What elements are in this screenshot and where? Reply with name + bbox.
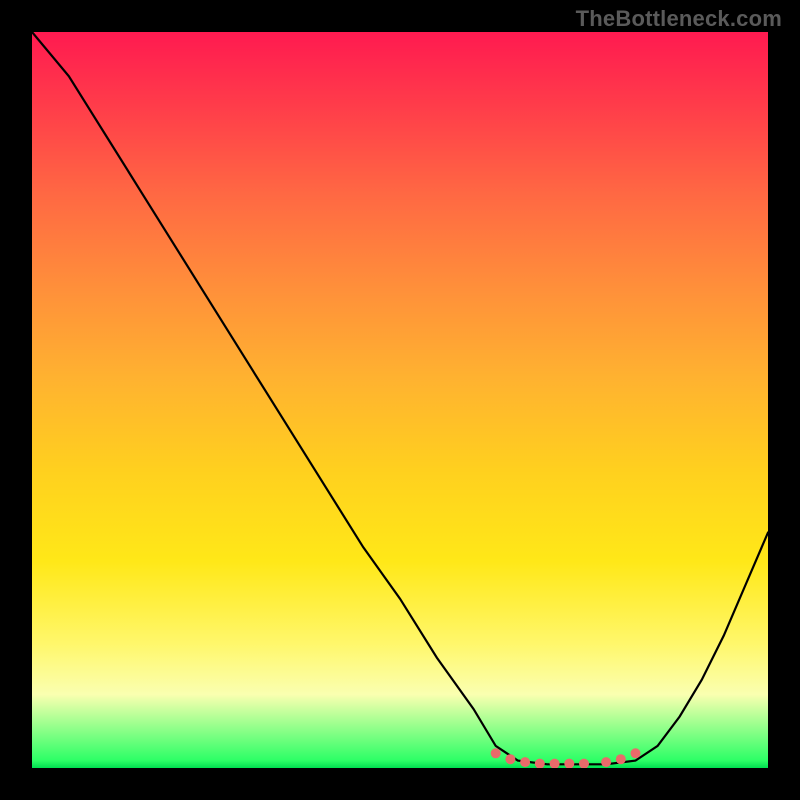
valley-dot	[616, 754, 626, 764]
bottleneck-curve	[32, 32, 768, 764]
valley-dot	[631, 748, 641, 758]
watermark-label: TheBottleneck.com	[576, 6, 782, 32]
valley-dot	[505, 754, 515, 764]
valley-dot	[535, 759, 545, 768]
valley-dot	[491, 748, 501, 758]
chart-frame: TheBottleneck.com	[0, 0, 800, 800]
valley-dot	[550, 759, 560, 768]
plot-area	[32, 32, 768, 768]
valley-dot	[601, 757, 611, 767]
chart-svg	[32, 32, 768, 768]
valley-dot	[520, 757, 530, 767]
valley-dots	[491, 748, 641, 768]
valley-dot	[564, 759, 574, 768]
valley-dot	[579, 759, 589, 768]
